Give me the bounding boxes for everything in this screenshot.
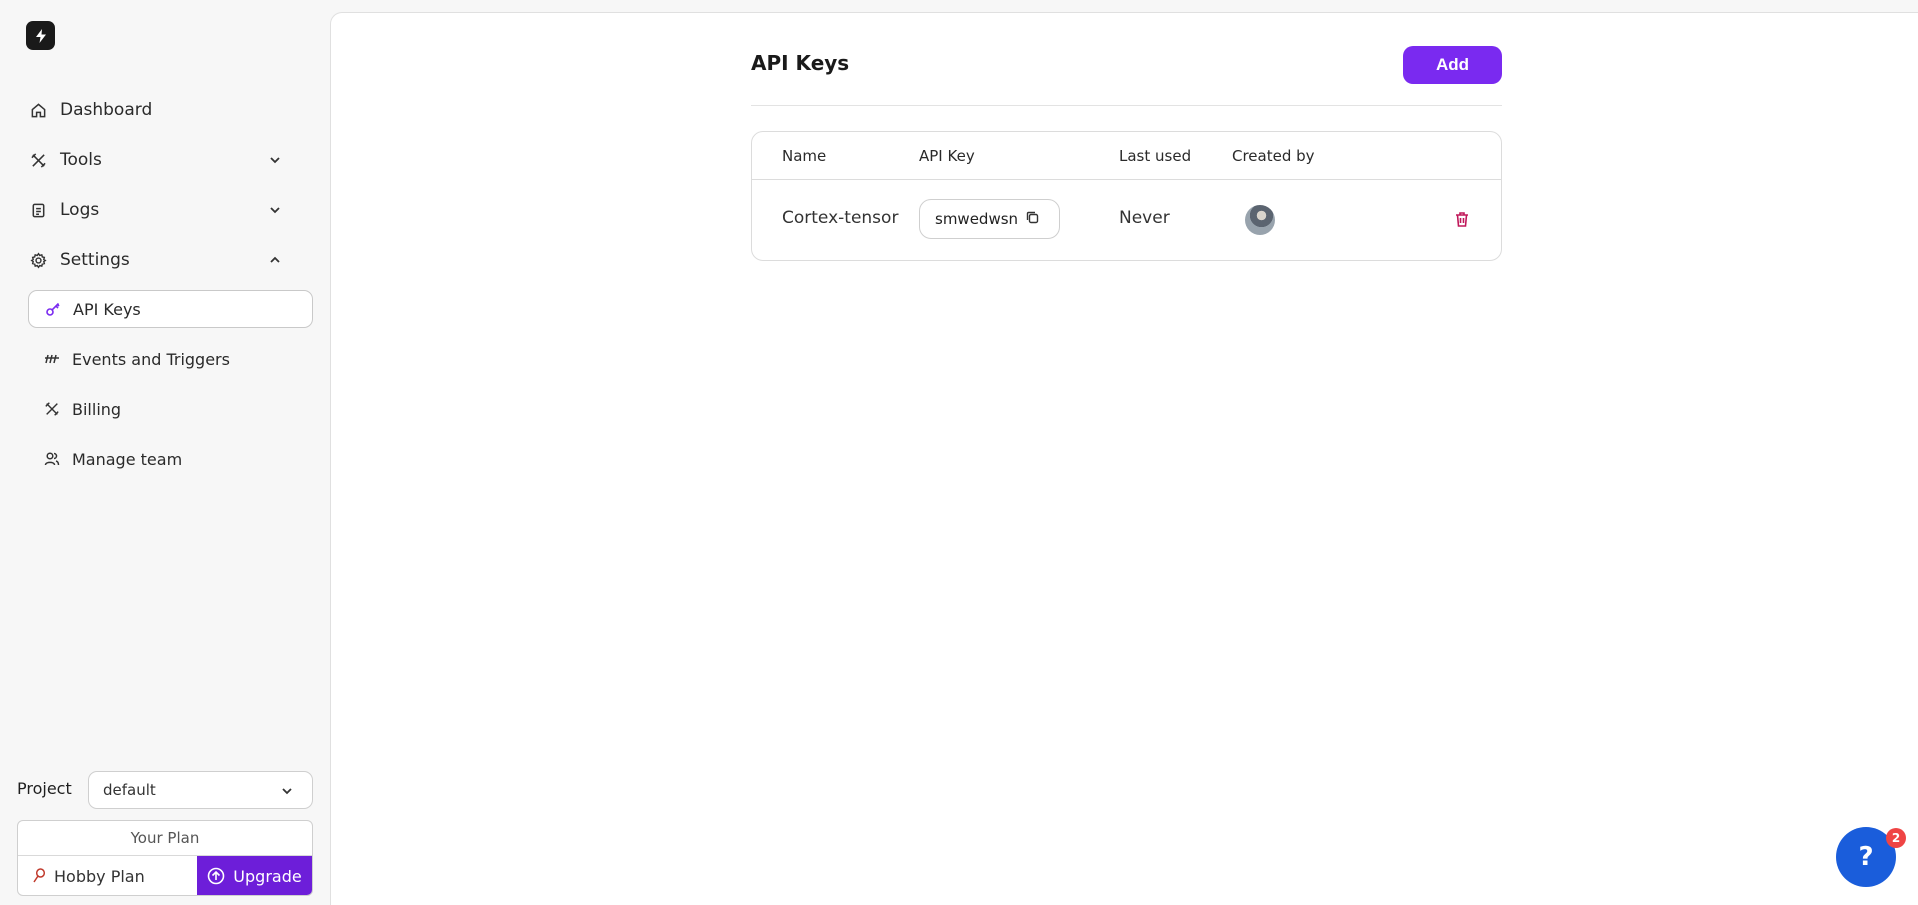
sidebar-item-settings[interactable]: Settings [28, 241, 300, 279]
plan-name: Hobby Plan [18, 856, 197, 895]
triggers-icon [42, 349, 62, 369]
last-used: Never [1119, 208, 1170, 228]
logo-icon[interactable] [26, 21, 55, 50]
main-panel: API Keys Add Name API Key Last used Crea… [330, 12, 1918, 905]
api-keys-table: Name API Key Last used Created by Cortex… [751, 131, 1502, 261]
key-icon [43, 299, 63, 319]
table-row: Cortex-tensor smwedwsn Never [752, 180, 1501, 260]
trash-icon[interactable] [1453, 210, 1473, 230]
table-header: Name API Key Last used Created by [752, 132, 1501, 180]
avatar [1245, 205, 1275, 235]
sidebar-item-events-and-triggers[interactable]: Events and Triggers [28, 340, 313, 378]
chevron-down-icon [266, 151, 284, 169]
sidebar-item-label: Logs [60, 200, 100, 220]
api-key-value: smwedwsn [935, 210, 1019, 228]
column-header-created-by: Created by [1232, 147, 1315, 165]
column-header-api-key: API Key [919, 147, 975, 165]
sidebar-item-billing[interactable]: Billing [28, 390, 313, 428]
sidebar-item-label: Tools [60, 150, 102, 170]
chevron-down-icon [266, 201, 284, 219]
project-label: Project [17, 779, 72, 798]
app-root: Dashboard Tools Logs Settings API Keys E… [0, 0, 1918, 905]
project-select[interactable]: default [88, 771, 313, 809]
plan-row: Hobby Plan Upgrade [18, 856, 312, 895]
sidebar-item-manage-team[interactable]: Manage team [28, 440, 313, 478]
tools-icon [28, 150, 48, 170]
sidebar-item-label: Settings [60, 250, 130, 270]
notification-badge: 2 [1886, 828, 1906, 848]
chevron-down-icon [278, 782, 296, 800]
sidebar-item-label: Dashboard [60, 100, 153, 120]
sidebar-item-label: Events and Triggers [72, 349, 230, 369]
help-label: ? [1858, 842, 1874, 872]
chevron-up-icon [266, 251, 284, 269]
copy-icon[interactable] [1025, 210, 1040, 225]
upgrade-button[interactable]: Upgrade [197, 856, 312, 895]
plan-title: Your Plan [18, 821, 312, 856]
gear-icon [28, 250, 48, 270]
title-divider [751, 105, 1502, 106]
key-name: Cortex-tensor [782, 208, 899, 228]
page-title: API Keys [751, 51, 850, 75]
sidebar-item-api-keys[interactable]: API Keys [28, 290, 313, 328]
billing-icon [42, 399, 62, 419]
sidebar-item-label: Manage team [72, 449, 183, 469]
sidebar-item-label: Billing [72, 399, 122, 419]
sidebar-item-label: API Keys [73, 299, 141, 319]
sidebar: Dashboard Tools Logs Settings API Keys E… [0, 0, 330, 905]
upgrade-label: Upgrade [233, 866, 302, 886]
racket-icon [32, 868, 46, 884]
clipboard-icon [28, 200, 48, 220]
sidebar-item-logs[interactable]: Logs [28, 191, 300, 229]
team-icon [42, 449, 62, 469]
home-icon [28, 100, 48, 120]
project-select-value: default [103, 781, 156, 799]
column-header-name: Name [782, 147, 827, 165]
api-key-chip: smwedwsn [919, 199, 1060, 239]
sidebar-item-dashboard[interactable]: Dashboard [28, 91, 300, 129]
arrow-up-circle-icon [207, 867, 225, 885]
sidebar-item-tools[interactable]: Tools [28, 141, 300, 179]
column-header-last-used: Last used [1119, 147, 1192, 165]
plan-name-label: Hobby Plan [54, 866, 145, 886]
add-button[interactable]: Add [1403, 46, 1502, 84]
plan-box: Your Plan Hobby Plan Upgrade [17, 820, 313, 896]
